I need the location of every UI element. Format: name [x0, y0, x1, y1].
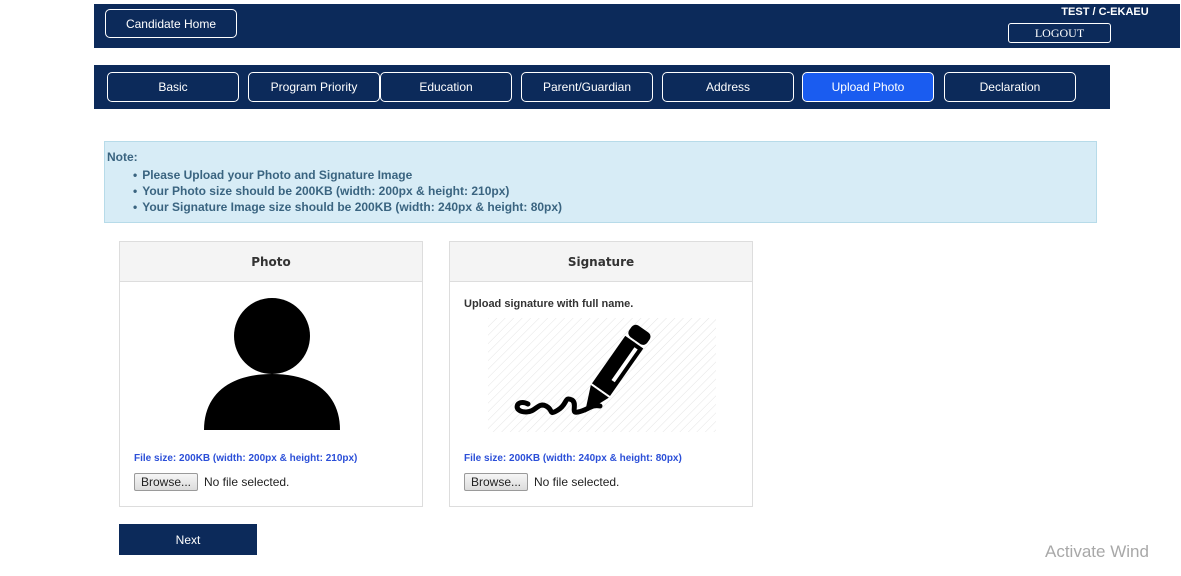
activate-windows-watermark: Activate Wind: [1045, 542, 1149, 561]
signature-file-status: No file selected.: [534, 475, 620, 489]
note-list: Please Upload your Photo and Signature I…: [133, 167, 562, 215]
note-item: Please Upload your Photo and Signature I…: [133, 167, 562, 183]
upload-note-box: Note: Please Upload your Photo and Signa…: [104, 141, 1097, 223]
next-button[interactable]: Next: [119, 524, 257, 555]
logout-button[interactable]: LOGOUT: [1008, 23, 1111, 43]
photo-file-size-hint: File size: 200KB (width: 200px & height:…: [134, 453, 358, 464]
signature-panel: Signature Upload signature with full nam…: [449, 241, 753, 507]
tab-upload-photo[interactable]: Upload Photo: [802, 72, 934, 102]
note-item: Your Signature Image size should be 200K…: [133, 199, 562, 215]
top-header-bar: Candidate Home TEST / C-EKAEU LOGOUT: [94, 4, 1180, 48]
candidate-home-button[interactable]: Candidate Home: [105, 9, 237, 38]
signature-instruction: Upload signature with full name.: [464, 298, 634, 310]
photo-file-status: No file selected.: [204, 475, 290, 489]
tab-program-priority[interactable]: Program Priority: [248, 72, 380, 102]
photo-browse-button[interactable]: Browse...: [134, 473, 198, 491]
photo-file-input[interactable]: Browse... No file selected.: [134, 473, 289, 491]
note-item: Your Photo size should be 200KB (width: …: [133, 183, 562, 199]
signature-panel-title: Signature: [450, 242, 752, 282]
tab-parent-guardian[interactable]: Parent/Guardian: [521, 72, 653, 102]
signature-file-input[interactable]: Browse... No file selected.: [464, 473, 619, 491]
signature-browse-button[interactable]: Browse...: [464, 473, 528, 491]
pen-signature-icon: [488, 318, 716, 432]
photo-panel-title: Photo: [120, 242, 422, 282]
signature-file-size-hint: File size: 200KB (width: 240px & height:…: [464, 453, 682, 464]
tab-basic[interactable]: Basic: [107, 72, 239, 102]
note-title: Note:: [107, 150, 138, 164]
user-id-label: TEST / C-EKAEU: [1061, 6, 1149, 18]
tab-education[interactable]: Education: [380, 72, 512, 102]
tab-declaration[interactable]: Declaration: [944, 72, 1076, 102]
step-tab-bar: Basic Program Priority Education Parent/…: [94, 65, 1110, 109]
photo-panel: Photo File size: 200KB (width: 200px & h…: [119, 241, 423, 507]
tab-address[interactable]: Address: [662, 72, 794, 102]
person-silhouette-icon: [204, 298, 340, 430]
